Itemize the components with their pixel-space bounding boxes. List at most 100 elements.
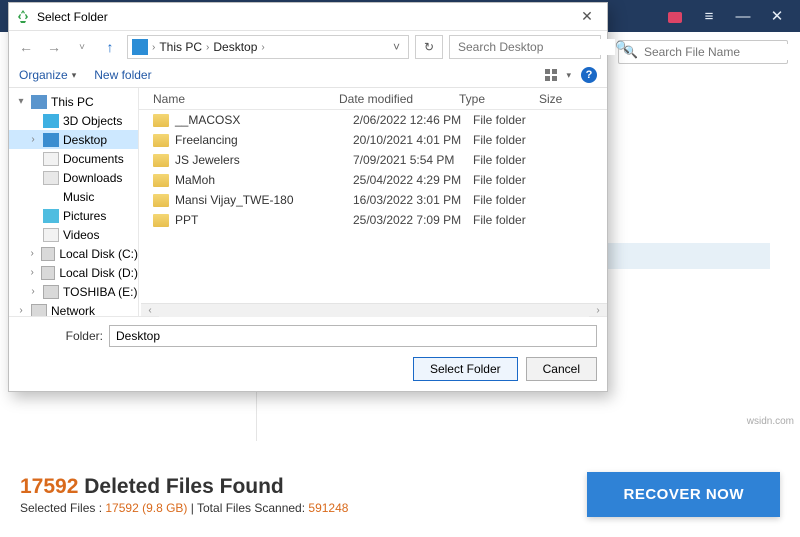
- scroll-right-icon[interactable]: ›: [589, 304, 607, 316]
- row-date: 20/10/2021 4:01 PM: [353, 133, 473, 147]
- path-this-pc[interactable]: This PC: [159, 40, 202, 54]
- tree-item[interactable]: ›TOSHIBA (E:): [9, 282, 138, 301]
- search-icon: 🔍: [615, 40, 630, 54]
- row-name: Freelancing: [175, 133, 353, 147]
- folder-icon: [153, 154, 169, 167]
- row-date: 2/06/2022 12:46 PM: [353, 113, 473, 127]
- tree-label: Network: [51, 304, 95, 317]
- view-options[interactable]: ▾: [544, 68, 571, 82]
- tree-icon: [31, 95, 47, 109]
- list-body[interactable]: __MACOSX2/06/2022 12:46 PMFile folderFre…: [139, 110, 607, 303]
- row-type: File folder: [473, 133, 553, 147]
- address-bar[interactable]: › This PC › Desktop › ˅: [127, 35, 409, 59]
- expand-icon[interactable]: ›: [27, 248, 37, 259]
- tree-icon: [43, 133, 59, 147]
- row-date: 16/03/2022 3:01 PM: [353, 193, 473, 207]
- tree-icon: [41, 266, 55, 280]
- col-type[interactable]: Type: [459, 92, 539, 106]
- refresh-button[interactable]: ↻: [415, 35, 443, 59]
- tree-item[interactable]: Music: [9, 187, 138, 206]
- tree-icon: [43, 171, 59, 185]
- expand-icon[interactable]: ▾: [15, 96, 27, 107]
- list-row[interactable]: Mansi Vijay_TWE-18016/03/2022 3:01 PMFil…: [139, 190, 607, 210]
- organize-menu[interactable]: Organize ▾: [19, 68, 76, 82]
- tree-icon: [41, 247, 55, 261]
- tree-item[interactable]: › Local Disk (D:): [9, 263, 138, 282]
- tree-label: Documents: [63, 152, 124, 166]
- row-type: File folder: [473, 213, 553, 227]
- nav-up-icon[interactable]: ↑: [99, 39, 121, 55]
- folder-search-input[interactable]: [456, 39, 615, 55]
- col-date[interactable]: Date modified: [339, 92, 459, 106]
- cancel-button[interactable]: Cancel: [526, 357, 597, 381]
- dialog-nav: ← → ˅ ↑ › This PC › Desktop › ˅ ↻ 🔍: [9, 31, 607, 63]
- tree-item[interactable]: ▾This PC: [9, 92, 138, 111]
- row-type: File folder: [473, 193, 553, 207]
- row-name: Mansi Vijay_TWE-180: [175, 193, 353, 207]
- minimize-icon[interactable]: —: [726, 0, 760, 32]
- toolbox-icon[interactable]: [658, 0, 692, 32]
- folder-input[interactable]: [109, 325, 597, 347]
- expand-icon[interactable]: ›: [27, 286, 39, 297]
- tree-label: Music: [63, 190, 94, 204]
- recover-now-button[interactable]: RECOVER NOW: [587, 472, 780, 517]
- dialog-title: Select Folder: [37, 10, 108, 24]
- folder-search[interactable]: 🔍: [449, 35, 601, 59]
- list-row[interactable]: PPT25/03/2022 7:09 PMFile folder: [139, 210, 607, 230]
- deleted-label: Deleted Files Found: [78, 475, 283, 498]
- folder-label: Folder:: [63, 329, 103, 343]
- tree-item[interactable]: Pictures: [9, 206, 138, 225]
- chevron-right-icon: ›: [261, 42, 264, 53]
- dialog-toolbar: Organize ▾ New folder ▾ ?: [9, 63, 607, 88]
- path-desktop[interactable]: Desktop: [213, 40, 257, 54]
- expand-icon[interactable]: ›: [15, 305, 27, 316]
- close-icon[interactable]: ✕: [760, 0, 794, 32]
- horizontal-scrollbar[interactable]: ‹ ›: [141, 303, 607, 316]
- search-file-field[interactable]: [642, 44, 800, 60]
- tree-item[interactable]: › Local Disk (C:): [9, 244, 138, 263]
- tree-icon: [43, 285, 59, 299]
- tree-label: Videos: [63, 228, 99, 242]
- tree-icon: [43, 114, 59, 128]
- tree-item[interactable]: Videos: [9, 225, 138, 244]
- tree-label: Local Disk (D:): [59, 266, 138, 280]
- folder-tree[interactable]: ▾This PC3D Objects › Desktop Documents Downl…: [9, 88, 139, 316]
- col-size[interactable]: Size: [539, 92, 607, 106]
- expand-icon[interactable]: ›: [27, 134, 39, 145]
- select-folder-button[interactable]: Select Folder: [413, 357, 518, 381]
- folder-icon: [153, 214, 169, 227]
- new-folder-button[interactable]: New folder: [94, 68, 151, 82]
- tree-icon: [43, 228, 59, 242]
- list-row[interactable]: __MACOSX2/06/2022 12:46 PMFile folder: [139, 110, 607, 130]
- tree-item[interactable]: › Network: [9, 301, 138, 316]
- expand-icon[interactable]: ›: [27, 267, 37, 278]
- footer: 17592 Deleted Files Found Selected Files…: [0, 460, 800, 537]
- pc-icon: [132, 39, 148, 55]
- help-icon[interactable]: ?: [581, 67, 597, 83]
- address-dropdown-icon[interactable]: ˅: [393, 40, 404, 54]
- search-file-input[interactable]: 🔍 ✕: [618, 40, 788, 64]
- tree-label: Desktop: [63, 133, 107, 147]
- list-row[interactable]: JS Jewelers7/09/2021 5:54 PMFile folder: [139, 150, 607, 170]
- scroll-left-icon[interactable]: ‹: [141, 304, 159, 316]
- menu-icon[interactable]: ≡: [692, 0, 726, 32]
- tree-item[interactable]: Downloads: [9, 168, 138, 187]
- chevron-right-icon: ›: [206, 42, 209, 53]
- dialog-close-icon[interactable]: ✕: [573, 8, 601, 25]
- nav-recent-icon[interactable]: ˅: [71, 42, 93, 53]
- tree-item[interactable]: 3D Objects: [9, 111, 138, 130]
- col-name[interactable]: Name: [139, 92, 339, 106]
- list-header[interactable]: Name Date modified Type Size: [139, 88, 607, 110]
- chevron-down-icon: ▾: [72, 70, 77, 81]
- list-row[interactable]: MaMoh25/04/2022 4:29 PMFile folder: [139, 170, 607, 190]
- tree-icon: [43, 209, 59, 223]
- row-name: MaMoh: [175, 173, 353, 187]
- row-name: JS Jewelers: [175, 153, 353, 167]
- tree-label: Pictures: [63, 209, 106, 223]
- tree-item[interactable]: › Desktop: [9, 130, 138, 149]
- dialog-body: ▾This PC3D Objects › Desktop Documents Downl…: [9, 88, 607, 316]
- tree-item[interactable]: Documents: [9, 149, 138, 168]
- tree-label: Local Disk (C:): [59, 247, 138, 261]
- list-row[interactable]: Freelancing20/10/2021 4:01 PMFile folder: [139, 130, 607, 150]
- nav-back-icon[interactable]: ←: [15, 39, 37, 55]
